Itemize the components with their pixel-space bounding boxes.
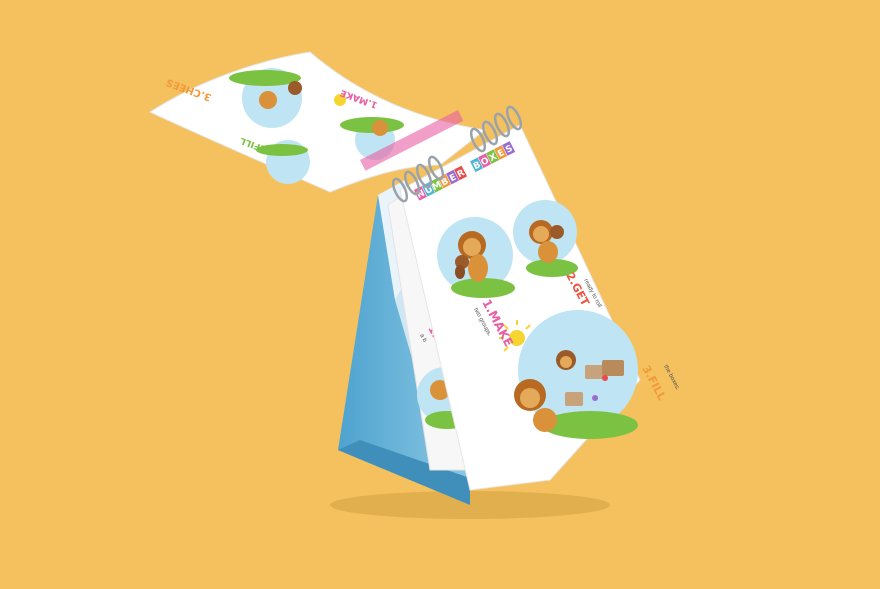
calendar-scene: 1.CHOO a b NUMBER BOXES xyxy=(148,51,681,519)
step-3-sub: the boxes. xyxy=(662,364,680,392)
